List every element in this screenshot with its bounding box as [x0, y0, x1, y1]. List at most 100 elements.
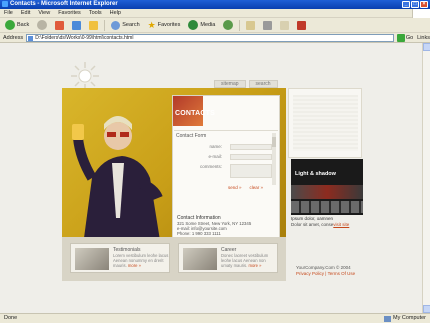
- go-label: Go: [405, 34, 414, 41]
- form-title: Contact Form: [176, 133, 207, 139]
- scroll-down-button[interactable]: [423, 305, 430, 313]
- stop-button[interactable]: [53, 19, 66, 31]
- refresh-button[interactable]: [70, 19, 83, 31]
- toolbar-separator: [239, 19, 241, 31]
- menu-favorites[interactable]: Favorites: [58, 10, 81, 16]
- messenger-icon: [297, 20, 307, 30]
- forward-arrow-icon: [37, 20, 48, 30]
- page-viewport: sitemap search CONTACTS Contact Form nam…: [0, 43, 422, 313]
- page-scrollbar[interactable]: [422, 43, 430, 313]
- history-icon: [223, 20, 234, 30]
- comments-label: comments:: [199, 164, 222, 169]
- career-image: [183, 248, 217, 270]
- comments-field[interactable]: [230, 164, 272, 178]
- address-value: D:\Folders\ds\Works\0-99\html\contacts.h…: [35, 34, 134, 41]
- footer: YourCompany.Com © 2004 Privacy Policy | …: [296, 265, 366, 277]
- testimonials-image: [75, 248, 109, 270]
- mail-button[interactable]: [244, 19, 257, 31]
- name-label: name:: [209, 144, 222, 149]
- email-field[interactable]: [230, 154, 272, 160]
- send-button[interactable]: send »: [228, 185, 242, 190]
- close-button[interactable]: ×: [420, 1, 428, 8]
- menu-file[interactable]: File: [4, 10, 13, 16]
- go-button[interactable]: Go: [396, 33, 414, 42]
- address-input[interactable]: D:\Folders\ds\Works\0-99\html\contacts.h…: [26, 33, 394, 42]
- search-icon: [111, 20, 121, 30]
- zone-label: My Computer: [392, 315, 426, 321]
- menu-tools[interactable]: Tools: [89, 10, 102, 16]
- contact-form: Contact Form name: e-mail: comments: sen…: [174, 130, 278, 190]
- back-label: Back: [17, 22, 30, 28]
- form-actions: send » clear »: [228, 185, 263, 190]
- menu-help[interactable]: Help: [110, 10, 121, 16]
- print-button[interactable]: [261, 19, 274, 31]
- side-panel: [288, 88, 362, 158]
- print-icon: [263, 20, 273, 30]
- email-label: e-mail:: [208, 154, 222, 159]
- menu-view[interactable]: View: [38, 10, 50, 16]
- nav-sitemap[interactable]: sitemap: [214, 80, 246, 88]
- form-scrollbar[interactable]: [272, 133, 276, 185]
- sun-logo-icon: [71, 62, 99, 90]
- promo-image-band: [291, 185, 363, 199]
- footer-links[interactable]: Privacy Policy | Terms Of Use: [296, 271, 366, 277]
- search-label: Search: [122, 22, 140, 28]
- contacts-heading: CONTACTS: [175, 110, 215, 117]
- top-nav: sitemap search: [214, 80, 278, 88]
- side-panel-pattern: [293, 95, 358, 151]
- home-icon: [89, 20, 99, 30]
- media-button[interactable]: Media: [186, 19, 217, 31]
- name-field[interactable]: [230, 144, 272, 150]
- menu-edit[interactable]: Edit: [21, 10, 30, 16]
- comments-row: comments:: [174, 163, 278, 178]
- career-more-link[interactable]: more »: [248, 263, 261, 268]
- refresh-icon: [72, 20, 82, 30]
- home-button[interactable]: [87, 19, 100, 31]
- form-scroll-thumb[interactable]: [272, 137, 276, 147]
- testimonials-more-link[interactable]: more »: [128, 263, 141, 268]
- window-title: Contacts - Microsoft Internet Explorer: [10, 1, 118, 7]
- edit-button[interactable]: [278, 19, 291, 31]
- testimonials-card: Testimonials Lorem vestibulum leohe lacu…: [70, 243, 170, 273]
- favorites-button[interactable]: ★ Favorites: [146, 19, 183, 31]
- clear-button[interactable]: clear »: [250, 185, 264, 190]
- edit-icon: [280, 20, 290, 30]
- search-button[interactable]: Search: [109, 19, 141, 31]
- testimonials-text: Lorem vestibulum leohe lacus Aenean nonu…: [113, 253, 169, 268]
- career-text: Donec laoreet vestibulum leohe lacus Aen…: [221, 253, 277, 268]
- maximize-button[interactable]: □: [411, 1, 419, 8]
- window-titlebar: Contacts - Microsoft Internet Explorer _…: [0, 0, 430, 9]
- star-icon: ★: [147, 19, 156, 30]
- history-button[interactable]: [221, 19, 235, 31]
- email-row: e-mail:: [174, 153, 278, 161]
- menu-bar: File Edit View Favorites Tools Help: [0, 9, 430, 18]
- stop-icon: [55, 20, 65, 30]
- toolbar-separator: [104, 19, 106, 31]
- promo-banner[interactable]: Light & shadow: [291, 159, 363, 215]
- promo-thumbnail-strip: [291, 201, 363, 213]
- hero-image: [72, 116, 163, 253]
- computer-icon: [383, 315, 391, 322]
- nav-search[interactable]: search: [248, 80, 278, 88]
- forward-button[interactable]: [35, 19, 49, 31]
- bottom-band: Testimonials Lorem vestibulum leohe lacu…: [62, 237, 286, 281]
- address-label: Address: [3, 34, 24, 41]
- page-icon: [28, 35, 34, 41]
- back-button[interactable]: Back: [3, 19, 31, 31]
- back-arrow-icon: [5, 20, 15, 30]
- minimize-button[interactable]: _: [402, 1, 410, 8]
- favorites-label: Favorites: [157, 22, 181, 28]
- visit-site-link[interactable]: visit site: [333, 222, 349, 227]
- contact-panel: CONTACTS Contact Form name: e-mail: comm…: [172, 95, 280, 247]
- career-card: Career Donec laoreet vestibulum leohe la…: [178, 243, 278, 273]
- windows-logo: [412, 9, 430, 18]
- side-text: Ipsum dolor, oamnen Dolor sit amet, cons…: [291, 216, 371, 228]
- promo-label: Light & shadow: [295, 171, 336, 177]
- security-zone: My Computer: [383, 314, 426, 323]
- scroll-up-button[interactable]: [423, 43, 430, 51]
- messenger-button[interactable]: [295, 19, 308, 31]
- links-label[interactable]: Links: [417, 35, 430, 41]
- toolbar: Back Search ★ Favorites Media: [0, 18, 430, 33]
- side-text-body: Dolor sit amet, conse: [291, 222, 334, 227]
- address-bar: Address D:\Folders\ds\Works\0-99\html\co…: [0, 33, 430, 43]
